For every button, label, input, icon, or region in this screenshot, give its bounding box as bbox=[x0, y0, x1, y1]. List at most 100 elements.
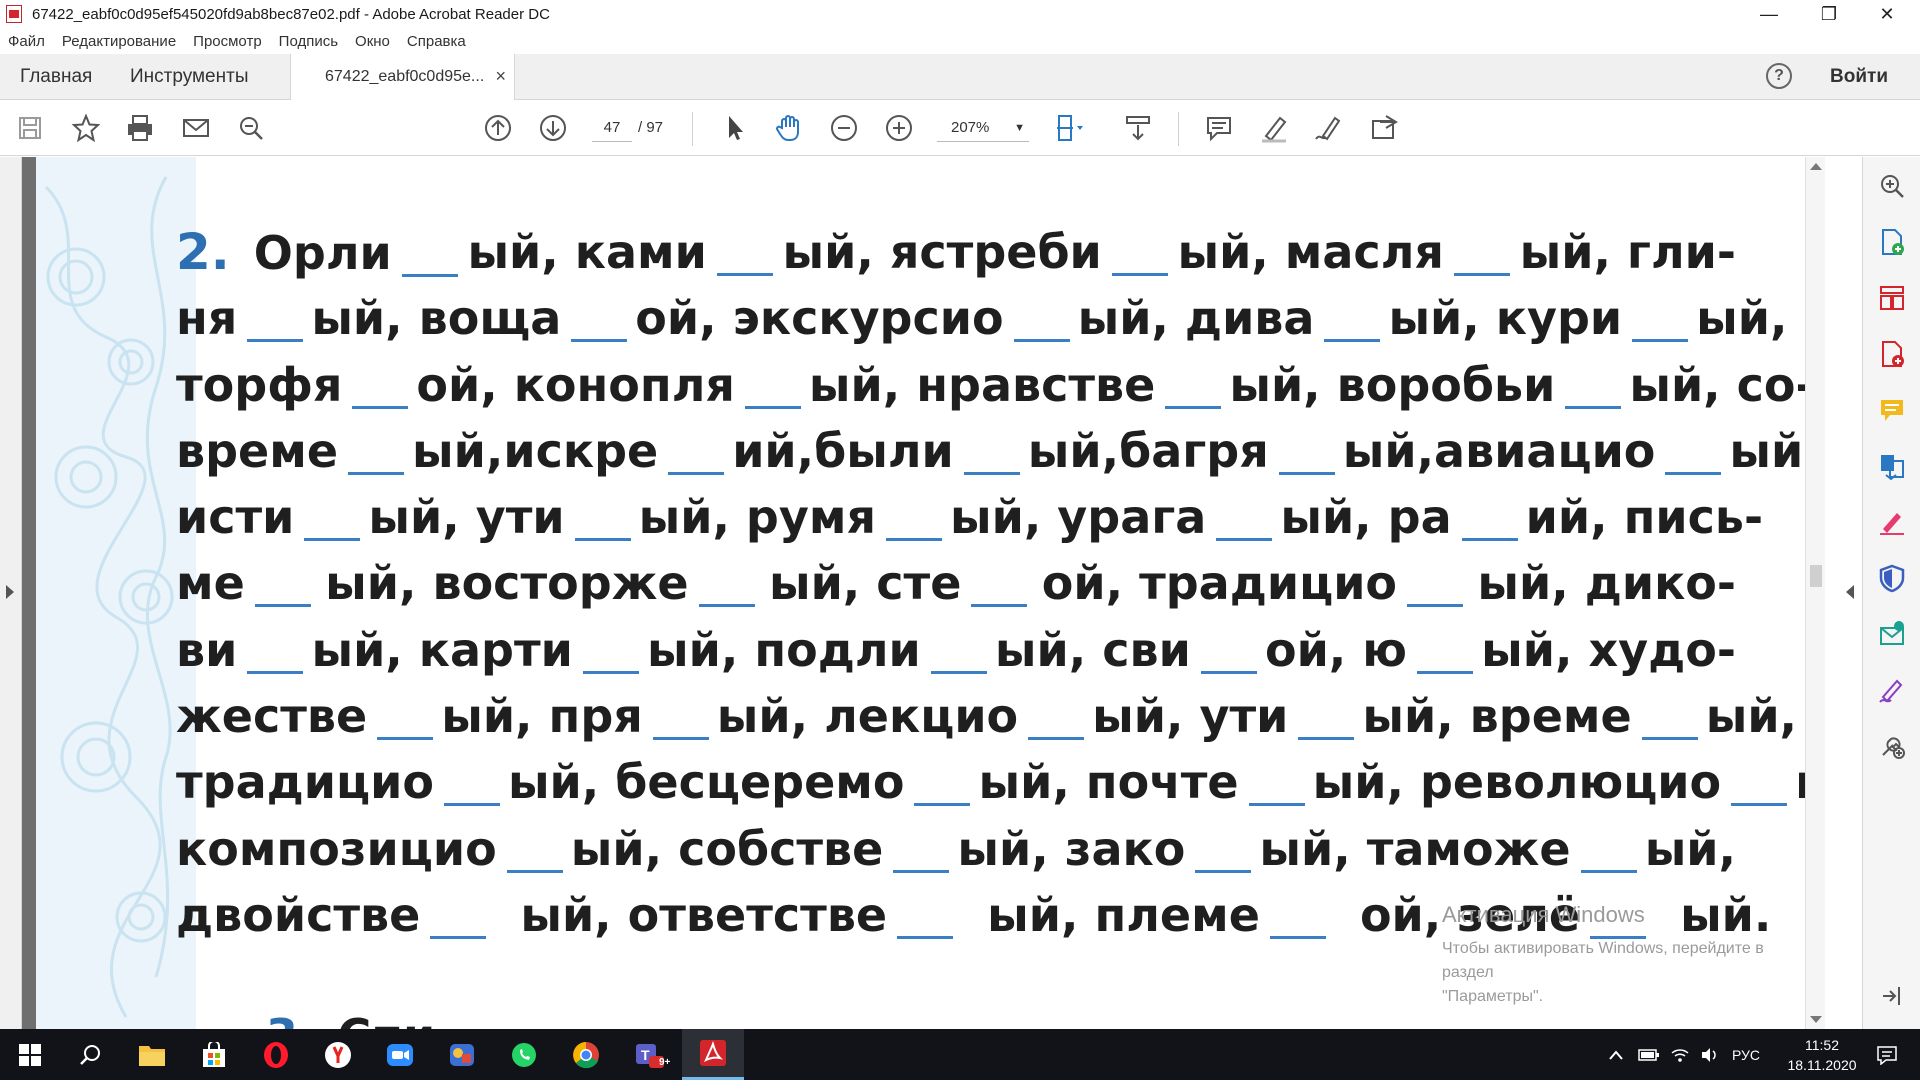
blank-line bbox=[652, 737, 709, 741]
line-segment: ый, воща bbox=[311, 285, 635, 351]
line-segment: ий,были bbox=[732, 418, 1028, 484]
wifi-icon[interactable] bbox=[1670, 1029, 1690, 1080]
page-up-icon[interactable] bbox=[482, 112, 514, 144]
minimize-button[interactable]: — bbox=[1740, 0, 1798, 28]
menu-file[interactable]: Файл bbox=[8, 33, 45, 50]
scroll-mode-icon[interactable] bbox=[1122, 112, 1154, 144]
expand-left-pane-icon[interactable] bbox=[6, 585, 14, 599]
blank-line bbox=[582, 670, 639, 674]
yandex-browser-icon[interactable] bbox=[310, 1029, 366, 1080]
word: Орли bbox=[253, 226, 392, 280]
tray-expand-icon[interactable] bbox=[1608, 1029, 1624, 1080]
zoom-in-icon[interactable] bbox=[883, 112, 915, 144]
fill-sign-icon[interactable] bbox=[1877, 507, 1907, 537]
scroll-up-arrow-icon[interactable] bbox=[1810, 163, 1822, 170]
close-tab-button[interactable]: × bbox=[495, 66, 506, 87]
word: ый,искре bbox=[412, 423, 659, 478]
share-icon[interactable] bbox=[1368, 112, 1400, 144]
scroll-down-arrow-icon[interactable] bbox=[1810, 1016, 1822, 1023]
menu-sign[interactable]: Подпись bbox=[279, 33, 338, 50]
collapse-right-pane-icon[interactable] bbox=[1846, 585, 1854, 599]
search-icon[interactable] bbox=[62, 1029, 118, 1080]
system-clock[interactable]: 11:52 18.11.2020 bbox=[1777, 1035, 1867, 1075]
email-icon[interactable] bbox=[180, 112, 212, 144]
start-windows-icon[interactable] bbox=[2, 1029, 58, 1080]
sign-icon[interactable] bbox=[1313, 112, 1345, 144]
opera-browser-icon[interactable] bbox=[248, 1029, 304, 1080]
zoom-level-select[interactable]: 207% ▼ bbox=[937, 114, 1029, 142]
edit-pen-icon[interactable] bbox=[1877, 675, 1907, 705]
vertical-scrollbar[interactable] bbox=[1805, 157, 1825, 1029]
blank-line bbox=[716, 273, 773, 276]
print-icon[interactable] bbox=[124, 112, 156, 144]
word: ый, bbox=[1696, 291, 1788, 346]
word: ий,были bbox=[732, 423, 954, 478]
select-pointer-icon[interactable] bbox=[718, 112, 750, 144]
create-pdf-icon[interactable] bbox=[1877, 227, 1907, 257]
page-decoration-ornament bbox=[36, 157, 196, 1029]
zoom-out-icon[interactable] bbox=[828, 112, 860, 144]
more-tools-icon[interactable] bbox=[1877, 731, 1907, 761]
notifications-icon[interactable] bbox=[1876, 1029, 1898, 1080]
comment-icon[interactable] bbox=[1203, 112, 1235, 144]
word: двойстве bbox=[176, 887, 421, 942]
page-down-icon[interactable] bbox=[537, 112, 569, 144]
blank-line bbox=[1324, 339, 1381, 343]
menu-help[interactable]: Справка bbox=[407, 33, 466, 50]
close-window-button[interactable]: ✕ bbox=[1858, 0, 1916, 28]
menu-edit[interactable]: Редактирование bbox=[62, 33, 176, 50]
blank-line bbox=[744, 405, 801, 409]
blank-line bbox=[1200, 670, 1257, 674]
word: ый, пря bbox=[441, 689, 643, 744]
bookmark-star-icon[interactable] bbox=[70, 112, 102, 144]
protect-shield-icon[interactable] bbox=[1877, 563, 1907, 593]
organize-pages-icon[interactable] bbox=[1877, 283, 1907, 313]
zoom-search-icon[interactable] bbox=[1877, 171, 1907, 201]
tab-home[interactable]: Главная bbox=[20, 66, 92, 88]
battery-icon[interactable] bbox=[1638, 1029, 1660, 1080]
left-navigation-pane[interactable] bbox=[0, 157, 22, 1029]
expand-pane-icon[interactable] bbox=[1877, 981, 1907, 1011]
page-number-input[interactable]: 47 bbox=[592, 114, 632, 142]
games-icon[interactable] bbox=[434, 1029, 490, 1080]
menu-window[interactable]: Окно bbox=[355, 33, 390, 50]
teams-icon[interactable]: T 9+ bbox=[620, 1029, 676, 1080]
whatsapp-icon[interactable] bbox=[496, 1029, 552, 1080]
document-viewport[interactable]: 2. Орли ый, ками ый, ястреби ый, масля ый… bbox=[22, 157, 1805, 1029]
menu-view[interactable]: Просмотр bbox=[193, 33, 262, 50]
search-icon[interactable] bbox=[235, 112, 267, 144]
tab-document[interactable]: 67422_eabf0c0d95e... × bbox=[290, 54, 515, 100]
combine-files-icon[interactable] bbox=[1877, 451, 1907, 481]
clock-time: 11:52 bbox=[1805, 1037, 1839, 1053]
blank-line bbox=[1580, 869, 1637, 873]
file-explorer-icon[interactable] bbox=[124, 1029, 180, 1080]
line-segment: ый, bbox=[1645, 816, 1736, 882]
volume-icon[interactable] bbox=[1700, 1029, 1720, 1080]
document-tab-label: 67422_eabf0c0d95e... bbox=[325, 68, 485, 85]
save-icon[interactable] bbox=[14, 112, 46, 144]
word: ый, племе bbox=[987, 887, 1260, 942]
line-segment: ый, дико- bbox=[1477, 550, 1736, 616]
fit-page-icon[interactable] bbox=[1053, 112, 1085, 144]
sign-in-button[interactable]: Войти bbox=[1830, 66, 1888, 88]
comment-tool-icon[interactable] bbox=[1877, 395, 1907, 425]
store-icon[interactable] bbox=[186, 1029, 242, 1080]
exercise-line: ме ый, восторже ый, сте ой, традицио ый,… bbox=[176, 550, 1736, 616]
help-icon[interactable]: ? bbox=[1766, 63, 1792, 89]
restore-button[interactable]: ❐ bbox=[1800, 0, 1858, 28]
send-review-icon[interactable] bbox=[1877, 619, 1907, 649]
hand-pan-icon[interactable] bbox=[773, 112, 805, 144]
blank-line bbox=[1461, 538, 1518, 542]
input-language[interactable]: РУС bbox=[1732, 1029, 1760, 1080]
export-pdf-icon[interactable] bbox=[1877, 339, 1907, 369]
tab-tools[interactable]: Инструменты bbox=[130, 66, 248, 88]
zoom-video-icon[interactable] bbox=[372, 1029, 428, 1080]
chrome-browser-icon[interactable] bbox=[558, 1029, 614, 1080]
exercise-number: 2. bbox=[176, 223, 230, 281]
acrobat-icon[interactable] bbox=[682, 1029, 744, 1080]
word: ый, ра bbox=[1280, 490, 1452, 545]
highlight-pen-icon[interactable] bbox=[1258, 112, 1290, 144]
line-segment: ый, bbox=[1696, 285, 1787, 351]
scroll-thumb[interactable] bbox=[1810, 565, 1822, 587]
word: ви bbox=[176, 622, 238, 677]
